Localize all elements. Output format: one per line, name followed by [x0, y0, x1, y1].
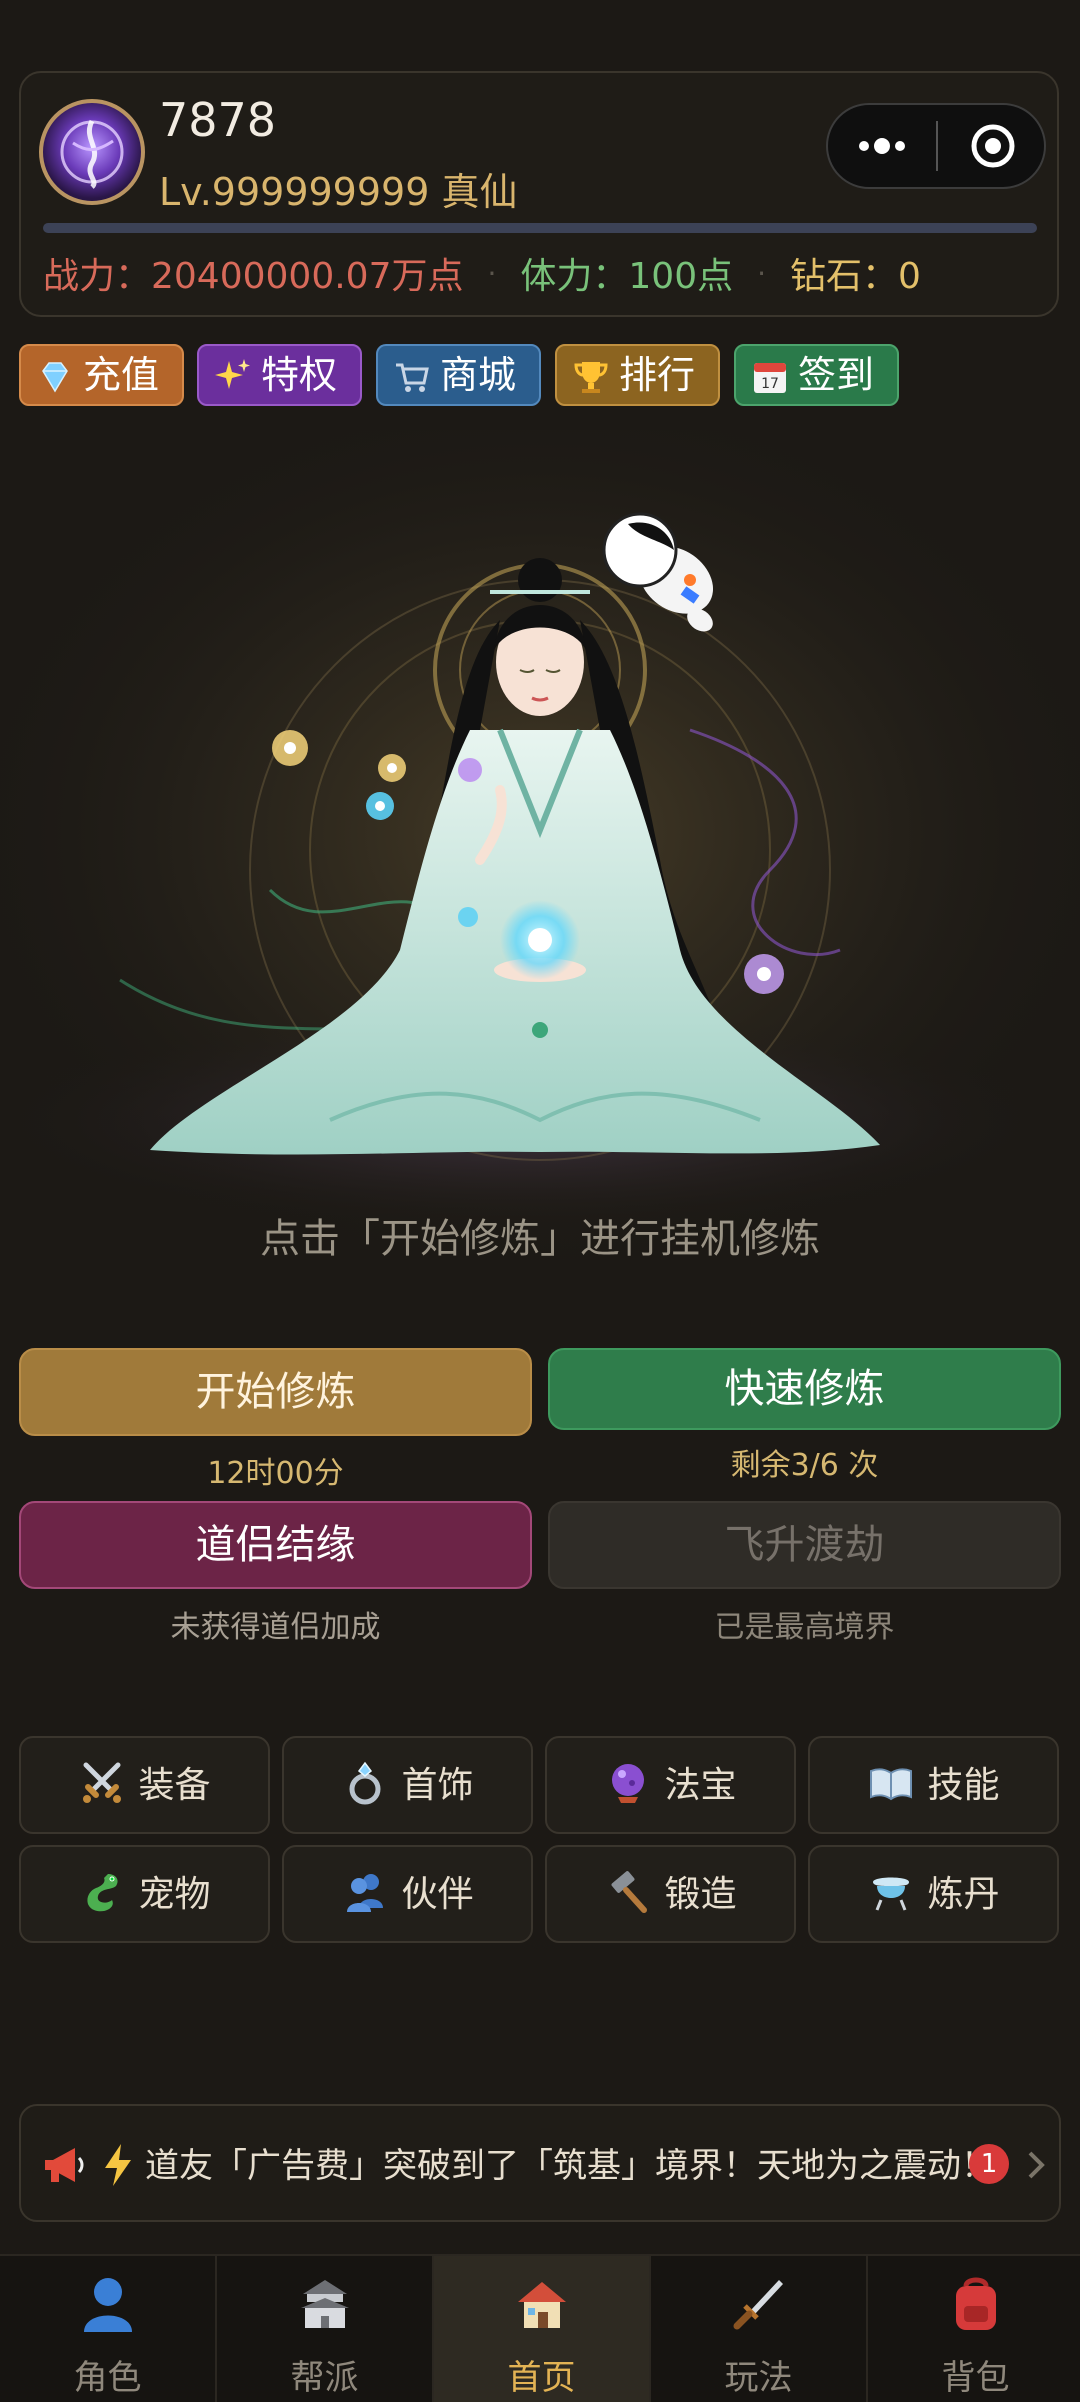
jewelry-label: 首饰: [401, 1765, 474, 1806]
avatar-emblem-icon: [60, 119, 124, 189]
start-cultivation-button[interactable]: 开始修炼: [19, 1348, 532, 1436]
player-level: Lv.999999999 真仙: [159, 170, 518, 214]
privilege-label: 特权: [261, 353, 338, 397]
stat-separator: ·: [487, 256, 497, 290]
calendar-icon: 17: [754, 363, 786, 393]
cultivator-illustration: [0, 430, 1080, 1270]
artifact-label: 法宝: [664, 1765, 737, 1806]
alchemy-label: 炼丹: [927, 1874, 1000, 1915]
sign-in-button[interactable]: 17 签到: [734, 344, 899, 406]
equipment-button[interactable]: 装备: [19, 1736, 270, 1834]
experience-bar: [43, 223, 1037, 233]
announcement-count-badge: 1: [969, 2144, 1009, 2184]
house-icon: [518, 2282, 566, 2328]
cultivation-timer: 12时00分: [207, 1456, 344, 1491]
stats-row: 战力：20400000.07万点 · 体力：100点 · 钻石：0: [43, 247, 921, 299]
player-card: 7878 Lv.999999999 真仙 战力：20400000.07万点 · 体力…: [19, 71, 1059, 317]
dao-partner-status: 未获得道侣加成: [170, 1610, 381, 1645]
cultivation-stage: [0, 430, 1080, 1270]
dao-partner-button[interactable]: 道侣结缘: [19, 1501, 532, 1589]
equipment-label: 装备: [138, 1765, 211, 1806]
shop-button[interactable]: 商城: [376, 344, 541, 406]
skills-button[interactable]: 技能: [808, 1736, 1059, 1834]
backpack-icon: [956, 2277, 996, 2330]
forge-button[interactable]: 锻造: [545, 1845, 796, 1943]
book-icon: [870, 1768, 913, 1801]
people-icon: [347, 1874, 384, 1912]
alchemy-button[interactable]: 炼丹: [808, 1845, 1059, 1943]
chevron-right-icon: [1028, 2151, 1045, 2179]
trophy-icon: [574, 362, 608, 393]
crystal-ball-icon: [612, 1764, 645, 1803]
megaphone-icon: [45, 2148, 84, 2182]
combat-power: 战力：20400000.07万点: [43, 256, 464, 297]
companion-button[interactable]: 伙伴: [282, 1845, 533, 1943]
skills-label: 技能: [927, 1765, 1000, 1806]
privilege-button[interactable]: 特权: [197, 344, 362, 406]
shop-label: 商城: [440, 353, 517, 397]
stat-separator: ·: [757, 256, 767, 290]
bottom-navigation: 角色 帮派 首页 玩法 背包: [0, 2254, 1080, 2402]
nav-home-label: 首页: [507, 2358, 576, 2398]
stamina: 体力：100点: [520, 256, 734, 297]
flask-icon: [873, 1877, 910, 1911]
miniprogram-capsule: [826, 103, 1046, 189]
artifact-button[interactable]: 法宝: [545, 1736, 796, 1834]
recharge-button[interactable]: 充值: [19, 344, 184, 406]
forge-label: 锻造: [664, 1874, 737, 1915]
target-icon: [971, 124, 1015, 168]
ranking-label: 排行: [619, 353, 696, 397]
nav-backpack[interactable]: 背包: [868, 2256, 1080, 2402]
ascend-button[interactable]: 飞升渡劫: [548, 1501, 1061, 1589]
announcement-text: 道友「广告费」突破到了「筑基」境界！天地为之震动！: [145, 2146, 995, 2186]
dagger-icon: [733, 2280, 783, 2330]
fast-cultivation-button[interactable]: 快速修炼: [548, 1348, 1061, 1430]
nav-gameplay[interactable]: 玩法: [651, 2256, 866, 2402]
fast-cultivation-remaining: 剩余3/6 次: [730, 1448, 879, 1483]
more-button[interactable]: [828, 105, 936, 187]
nav-character[interactable]: 角色: [0, 2256, 215, 2402]
sparkles-icon: [215, 359, 250, 389]
hammer-icon: [612, 1871, 648, 1913]
pet-button[interactable]: 宠物: [19, 1845, 270, 1943]
nav-guild[interactable]: 帮派: [217, 2256, 432, 2402]
nav-guild-label: 帮派: [290, 2358, 359, 2398]
crossed-swords-icon: [83, 1762, 122, 1803]
nav-home[interactable]: 首页: [434, 2256, 649, 2402]
diamond-icon: [42, 362, 68, 393]
announcement-bar[interactable]: 道友「广告费」突破到了「筑基」境界！天地为之震动！ 1: [19, 2104, 1061, 2222]
close-miniprogram-button[interactable]: [940, 105, 1046, 187]
ascend-status: 已是最高境界: [714, 1610, 895, 1645]
recharge-label: 充值: [83, 353, 160, 397]
nav-gameplay-label: 玩法: [724, 2358, 793, 2398]
ring-icon: [349, 1761, 381, 1805]
diamonds: 钻石：0: [790, 256, 921, 297]
svg-text:17: 17: [761, 376, 779, 392]
jewelry-button[interactable]: 首饰: [282, 1736, 533, 1834]
capsule-divider: [936, 121, 938, 171]
avatar[interactable]: [39, 99, 145, 205]
nav-character-label: 角色: [73, 2358, 142, 2398]
username: 7878: [159, 93, 277, 147]
sign-in-label: 签到: [798, 353, 875, 397]
cart-icon: [396, 363, 429, 392]
dragon-icon: [87, 1874, 119, 1912]
cultivation-hint: 点击「开始修炼」进行挂机修炼: [260, 1216, 820, 1262]
nav-backpack-label: 背包: [941, 2358, 1010, 2398]
more-dots-icon: [859, 138, 905, 154]
pet-label: 宠物: [138, 1874, 211, 1915]
ranking-button[interactable]: 排行: [555, 344, 720, 406]
castle-icon: [301, 2280, 349, 2328]
lightning-icon: [105, 2144, 131, 2186]
companion-label: 伙伴: [401, 1874, 474, 1915]
person-icon: [84, 2278, 132, 2332]
